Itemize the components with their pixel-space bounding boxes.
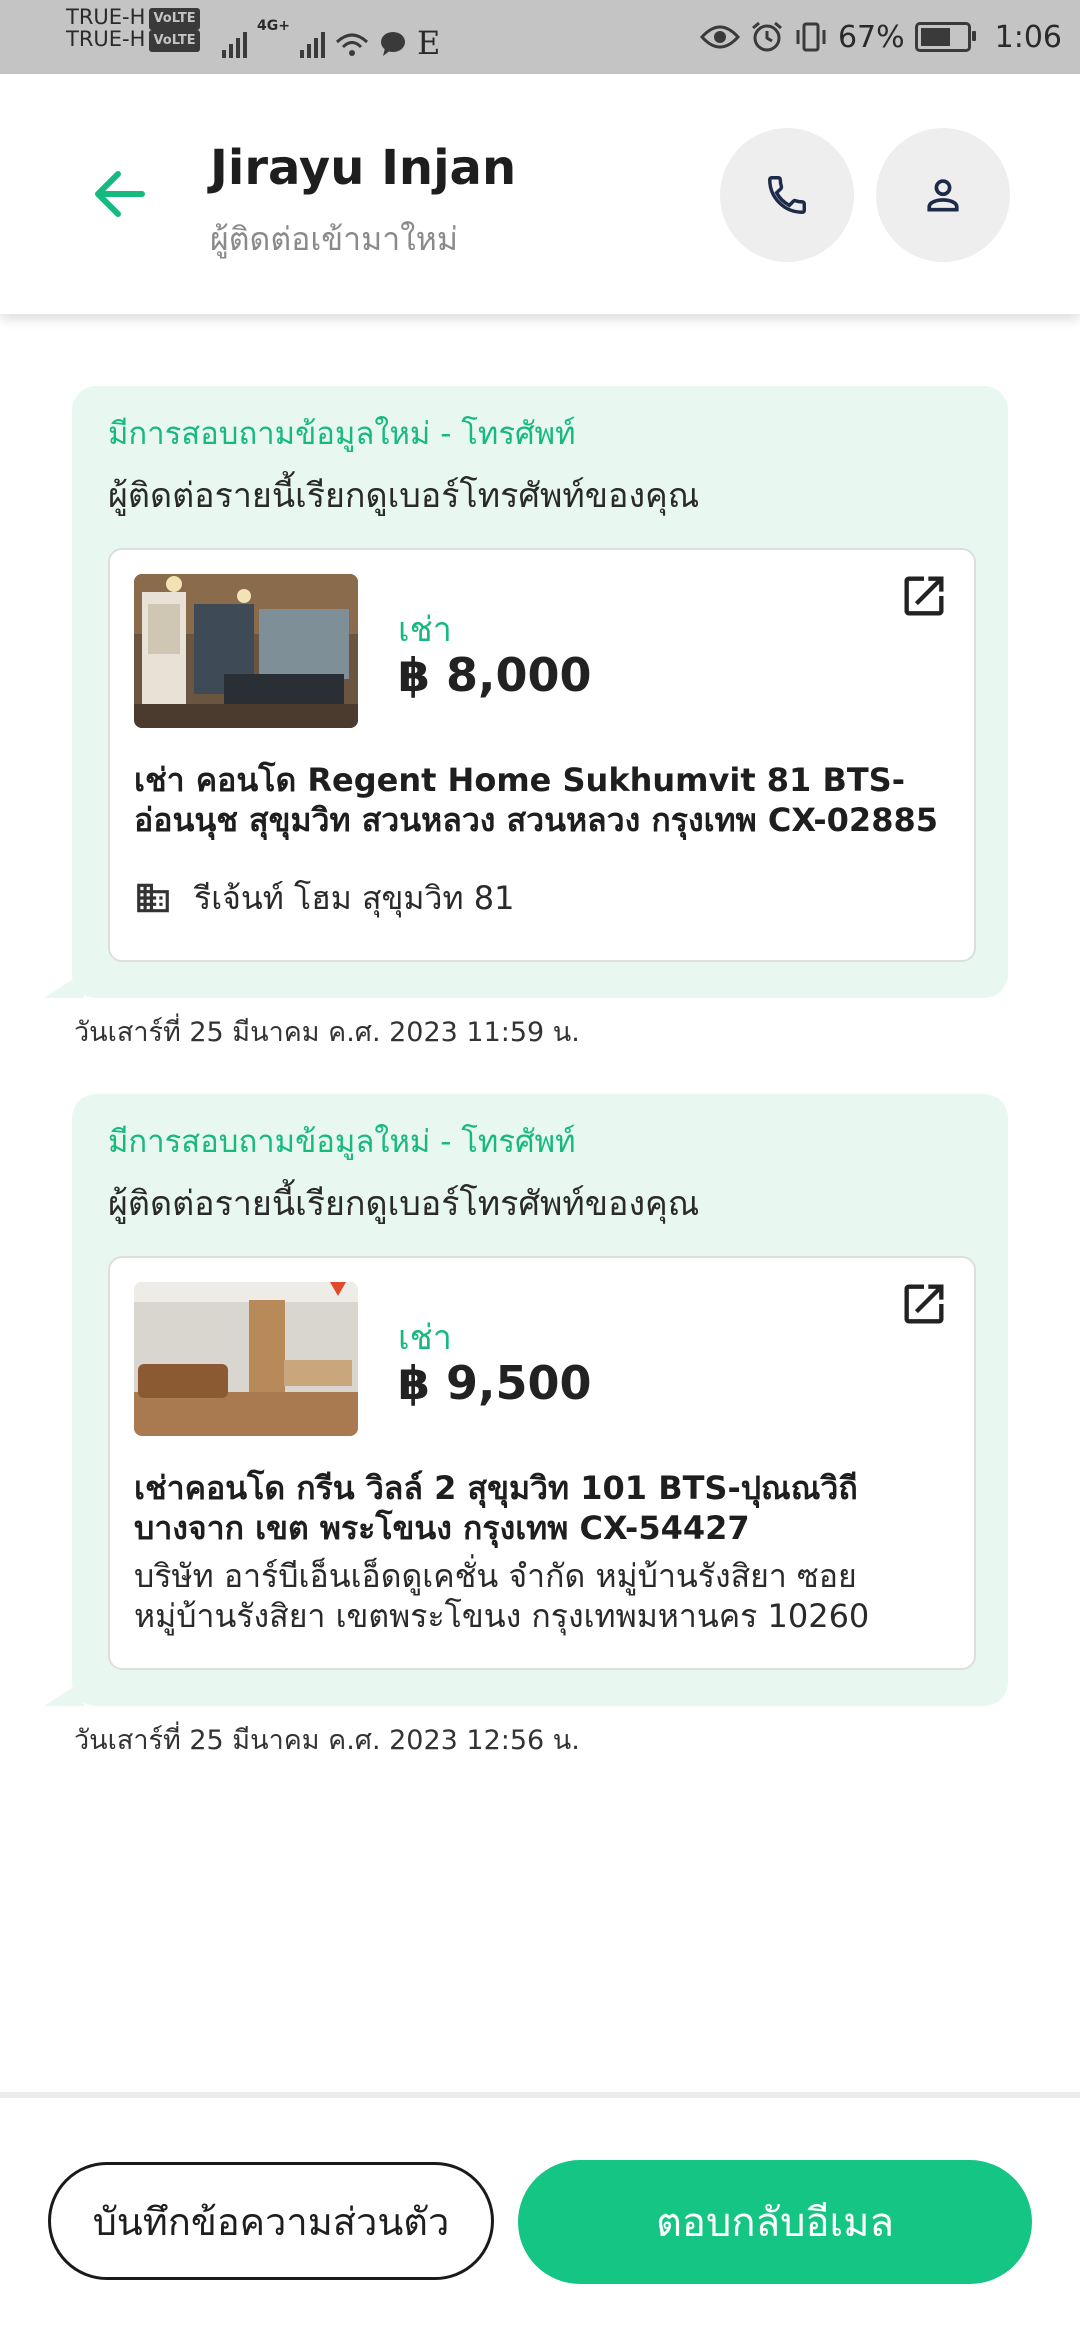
carrier-1-label: TRUE-H [66,5,146,29]
vibrate-icon [796,22,826,52]
open-external-icon [904,576,944,616]
listing-title: เช่า คอนโด Regent Home Sukhumvit 81 BTS-… [134,761,938,839]
e-icon: E [416,24,441,62]
alarm-icon [751,21,782,52]
building-name: รีเจ้นท์ โฮม สุขุมวิท 81 [194,879,515,917]
volte-badge: VoLTE [149,8,200,30]
chat-icon [380,32,405,56]
listing-card[interactable]: เช่า ฿ 9,500 เช่าคอนโด กรีน วิลล์ 2 สุขุ… [108,1256,976,1670]
network-type: 4G+ [257,18,290,34]
action-bar: บันทึกข้อความส่วนตัว ตอบกลับอีเมล [0,2092,1080,2346]
listing-address: บริษัท อาร์บีเอ็นเอ็ดดูเคชั่น จำกัด หมู่… [134,1557,870,1635]
message-bubble: มีการสอบถามข้อมูลใหม่ - โทรศัพท์ ผู้ติดต… [44,1094,1008,1706]
open-listing-button[interactable] [898,1278,950,1330]
open-external-icon [904,1284,944,1324]
message-timestamp: วันเสาร์ที่ 25 มีนาคม ค.ศ. 2023 12:56 น. [74,1725,580,1756]
person-icon [927,179,959,212]
message-text: ผู้ติดต่อรายนี้เรียกดูเบอร์โทรศัพท์ของคุ… [108,1184,700,1224]
private-note-button[interactable]: บันทึกข้อความส่วนตัว [48,2162,494,2280]
message-title: มีการสอบถามข้อมูลใหม่ - โทรศัพท์ [108,1124,576,1160]
battery-percent: 67% [837,19,905,55]
listing-card[interactable]: เช่า ฿ 8,000 เช่า คอนโด Regent Home Sukh… [108,548,976,962]
reply-email-button[interactable]: ตอบกลับอีเมล [518,2160,1032,2284]
message-title: มีการสอบถามข้อมูลใหม่ - โทรศัพท์ [108,416,576,452]
arrow-left-icon [95,171,145,217]
listing-price: ฿ 9,500 [398,1356,592,1410]
open-listing-button[interactable] [898,570,950,622]
network-icons: 4G+ E [222,18,441,62]
signal-icon [222,32,247,58]
message-text: ผู้ติดต่อรายนี้เรียกดูเบอร์โทรศัพท์ของคุ… [108,476,700,516]
listing-title: เช่าคอนโด กรีน วิลล์ 2 สุขุมวิท 101 BTS-… [134,1469,858,1547]
carrier-2: TRUE-H VoLTE [66,28,200,52]
message-bubble: มีการสอบถามข้อมูลใหม่ - โทรศัพท์ ผู้ติดต… [44,386,1008,998]
listing-photo [134,1282,358,1436]
battery-icon [914,22,976,52]
clock: 1:06 [994,19,1062,55]
phone-icon [768,176,806,214]
back-button[interactable] [90,164,150,224]
eye-icon [699,25,740,49]
listing-building: รีเจ้นท์ โฮม สุขุมวิท 81 [134,878,954,918]
building-icon [137,883,169,913]
profile-button[interactable] [876,128,1010,262]
volte-badge: VoLTE [149,30,200,52]
system-icons: 67% 1:06 [699,14,1062,60]
wifi-icon [335,33,368,56]
listing-photo [134,574,358,728]
listing-price: ฿ 8,000 [398,648,592,702]
carrier-2-label: TRUE-H [66,27,146,51]
contact-header: Jirayu Injan ผู้ติดต่อเข้ามาใหม่ [0,74,1080,314]
call-button[interactable] [720,128,854,262]
message-timestamp: วันเสาร์ที่ 25 มีนาคม ค.ศ. 2023 11:59 น. [74,1017,580,1048]
signal-icon [299,32,325,58]
status-bar: TRUE-H VoLTE TRUE-H VoLTE 4G+ E 67% 1:06 [0,0,1080,74]
contact-status: ผู้ติดต่อเข้ามาใหม่ [210,220,458,258]
contact-name: Jirayu Injan [210,140,517,196]
